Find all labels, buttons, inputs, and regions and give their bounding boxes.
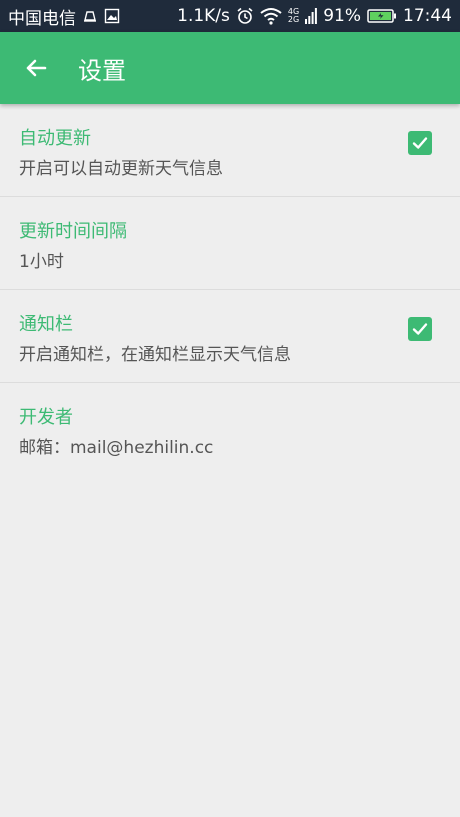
check-icon: [412, 323, 428, 335]
pref-title: 自动更新: [19, 128, 91, 149]
pref-summary: 邮箱：mail@hezhilin.cc: [19, 438, 214, 458]
clock: 17:44: [403, 6, 452, 26]
back-button[interactable]: [0, 32, 72, 104]
pref-update-interval[interactable]: 更新时间间隔 1小时: [0, 197, 460, 290]
auto-update-checkbox[interactable]: [408, 131, 432, 155]
signal-bars-icon: [305, 8, 318, 24]
pref-summary: 1小时: [19, 252, 64, 272]
pref-summary: 开启可以自动更新天气信息: [19, 159, 223, 179]
pref-notification-bar[interactable]: 通知栏 开启通知栏，在通知栏显示天气信息: [0, 290, 460, 383]
gallery-icon: [104, 8, 120, 24]
battery-icon: [367, 8, 397, 24]
network-2g-label: 2G: [287, 15, 300, 24]
wifi-icon: [260, 7, 282, 25]
check-icon: [412, 137, 428, 149]
pref-title: 开发者: [19, 407, 73, 428]
status-bar: 中国电信 1.1K/s 4G 2G 91% 17:44: [0, 0, 460, 32]
pref-auto-update[interactable]: 自动更新 开启可以自动更新天气信息: [0, 104, 460, 197]
arrow-left-icon: [26, 59, 47, 77]
page-title: 设置: [78, 56, 126, 85]
carrier-name: 中国电信: [8, 8, 76, 29]
notification-bar-checkbox[interactable]: [408, 317, 432, 341]
notification-icon: [82, 8, 98, 24]
pref-summary: 开启通知栏，在通知栏显示天气信息: [19, 345, 291, 365]
pref-title: 通知栏: [19, 314, 73, 335]
battery-percent: 91%: [323, 6, 361, 26]
network-speed: 1.1K/s: [177, 6, 230, 26]
pref-developer[interactable]: 开发者 邮箱：mail@hezhilin.cc: [0, 383, 460, 476]
alarm-icon: [236, 7, 254, 25]
pref-title: 更新时间间隔: [19, 221, 127, 242]
preference-list: 自动更新 开启可以自动更新天气信息 更新时间间隔 1小时 通知栏 开启通知栏，在…: [0, 104, 460, 476]
signal-icon: 4G 2G: [288, 8, 299, 24]
app-toolbar: 设置: [0, 32, 460, 104]
